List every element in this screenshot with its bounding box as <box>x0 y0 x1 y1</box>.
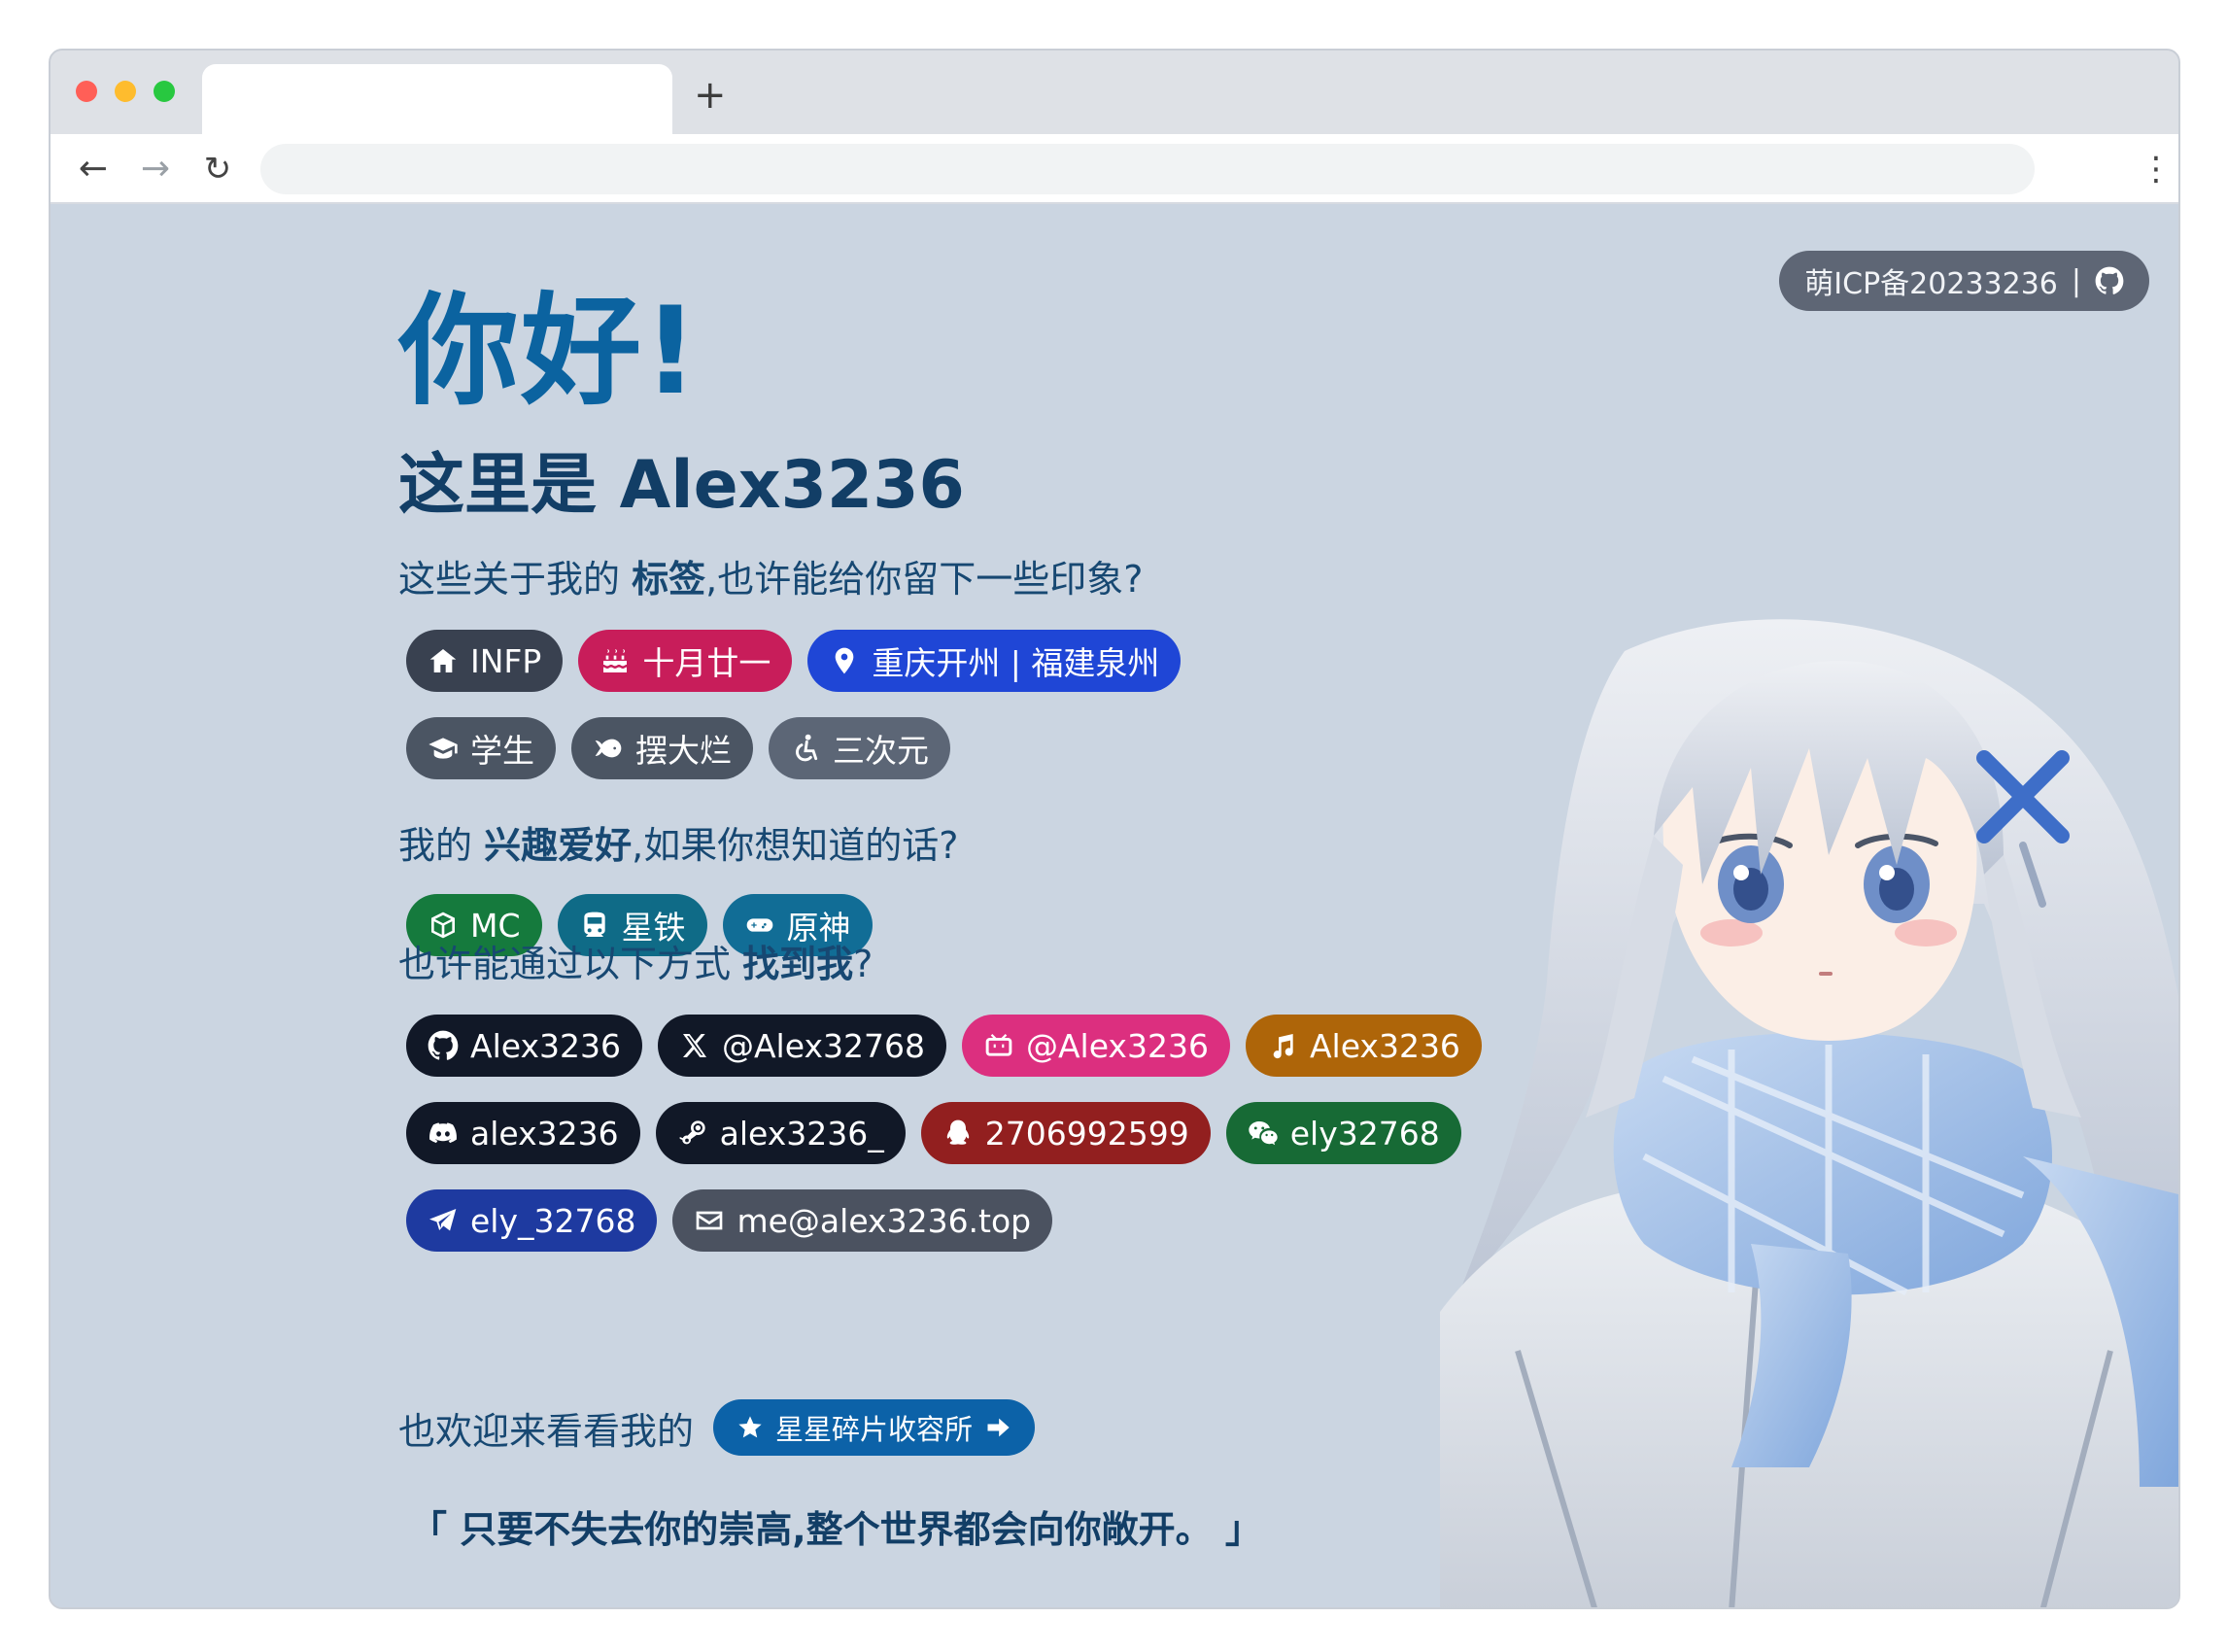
contact-caption: 也许能通过以下方式 找到我? <box>398 941 873 987</box>
tag-pill: 摆大烂 <box>571 717 753 779</box>
reload-icon[interactable]: ↻ <box>198 150 237 189</box>
contact-link[interactable]: me@alex3236.top <box>672 1189 1053 1252</box>
address-bar[interactable] <box>260 144 2035 194</box>
hobbies-caption-suffix: ,如果你想知道的话? <box>632 824 959 867</box>
contact-label: me@alex3236.top <box>737 1201 1032 1240</box>
quote-text: 「 只要不失去你的崇高,整个世界都会向你敞开。 」 <box>410 1508 1262 1551</box>
tags-caption-strong: 标签 <box>632 558 706 601</box>
train-icon <box>583 912 605 937</box>
hobby-label: MC <box>470 906 521 945</box>
visit-button-label: 星星碎片收容所 <box>775 1413 974 1446</box>
page-content: 萌ICP备20233236 | 你好! 这里是 Alex3236 这些关于我的 … <box>51 204 2178 1607</box>
minimize-window-button[interactable] <box>115 81 136 102</box>
tag-label: 三次元 <box>833 732 929 770</box>
house-icon <box>429 649 457 672</box>
bilibili-icon <box>985 1034 1012 1056</box>
contact-link[interactable]: @Alex3236 <box>961 1015 1230 1077</box>
tag-pill: 三次元 <box>769 717 950 779</box>
contact-label: 2706992599 <box>984 1114 1189 1153</box>
visit-text: 也欢迎来看看我的 <box>398 1409 695 1453</box>
qq-icon <box>946 1119 969 1145</box>
graduation-cap-icon <box>428 738 458 759</box>
tag-label: INFP <box>470 641 542 680</box>
contact-link[interactable]: 2706992599 <box>920 1102 1211 1164</box>
github-icon <box>428 1030 459 1060</box>
steam-icon <box>679 1120 705 1145</box>
music-note-icon <box>1273 1034 1293 1059</box>
visit-row: 也欢迎来看看我的 星星碎片收容所 <box>398 1399 1036 1456</box>
contact-link[interactable]: ely_32768 <box>406 1189 658 1252</box>
contact-link[interactable]: alex3236_ <box>655 1102 906 1164</box>
cake-icon <box>603 649 628 672</box>
contact-link[interactable]: Alex3236 <box>406 1015 642 1077</box>
tag-pill: 十月廿一 <box>578 630 793 692</box>
contact-caption-suffix: ? <box>853 943 874 985</box>
browser-tab[interactable] <box>202 64 672 136</box>
fish-icon <box>595 739 622 758</box>
tag-pill: INFP <box>406 630 564 692</box>
forward-arrow-icon[interactable]: → <box>136 150 175 189</box>
x-twitter-icon <box>682 1034 706 1057</box>
tags-caption-suffix: ,也许能给你留下一些印象? <box>705 558 1144 601</box>
star-shard-link-button[interactable]: 星星碎片收容所 <box>713 1399 1036 1456</box>
greeting-heading: 你好! <box>398 282 701 422</box>
contacts-row-2: alex3236 alex3236_ 2706992599 ely32768 <box>406 1102 1461 1164</box>
tags-row-2: 学生 摆大烂 三次元 <box>406 717 950 779</box>
contacts-row-3: ely_32768 me@alex3236.top <box>406 1189 1053 1252</box>
telegram-icon <box>429 1209 457 1231</box>
accessibility-icon <box>796 734 818 762</box>
contact-caption-strong: 找到我 <box>742 943 854 985</box>
browser-toolbar: ← → ↻ ⋮ <box>51 134 2178 204</box>
star-icon <box>738 1416 762 1438</box>
wechat-icon <box>1249 1121 1278 1146</box>
tag-pill: 学生 <box>406 717 556 779</box>
contact-label: @Alex32768 <box>721 1026 925 1065</box>
tag-label: 十月廿一 <box>642 644 771 682</box>
icp-badge[interactable]: 萌ICP备20233236 | <box>1779 251 2149 311</box>
contact-label: alex3236_ <box>719 1114 884 1153</box>
contact-caption-prefix: 也许能通过以下方式 <box>398 943 743 985</box>
browser-window: + ← → ↻ ⋮ 萌ICP备20233236 | 你好! 这里是 Alex32… <box>49 49 2180 1609</box>
github-icon[interactable] <box>2095 266 2124 295</box>
gamepad-icon <box>746 918 772 932</box>
tags-row-1: INFP 十月廿一 重庆开州 | 福建泉州 <box>406 630 1182 692</box>
contact-label: alex3236 <box>470 1114 619 1153</box>
location-pin-icon <box>835 647 854 674</box>
contacts-row-1: Alex3236 @Alex32768 @Alex3236 Alex3236 <box>406 1015 1482 1077</box>
tag-label: 学生 <box>470 732 534 770</box>
tags-caption-prefix: 这些关于我的 <box>398 558 633 601</box>
contact-link[interactable]: ely32768 <box>1225 1102 1461 1164</box>
tag-pill: 重庆开州 | 福建泉州 <box>807 630 1182 692</box>
contact-label: Alex3236 <box>470 1026 621 1065</box>
anime-girl-illustration <box>1440 619 2178 1607</box>
tag-label: 摆大烂 <box>635 732 732 770</box>
tags-caption: 这些关于我的 标签,也许能给你留下一些印象? <box>398 556 1143 602</box>
icp-separator: | <box>2071 263 2081 298</box>
hobbies-caption-strong: 兴趣爱好 <box>484 824 633 867</box>
cube-icon <box>431 912 455 939</box>
contact-label: ely32768 <box>1289 1114 1440 1153</box>
hobbies-caption-prefix: 我的 <box>398 824 485 867</box>
new-tab-button[interactable]: + <box>694 76 727 115</box>
contact-link[interactable]: alex3236 <box>406 1102 640 1164</box>
discord-icon <box>429 1122 457 1144</box>
hobbies-caption: 我的 兴趣爱好,如果你想知道的话? <box>398 822 958 869</box>
contact-label: Alex3236 <box>1309 1026 1460 1065</box>
contact-label: @Alex3236 <box>1025 1026 1209 1065</box>
contact-label: ely_32768 <box>470 1201 636 1240</box>
contact-link[interactable]: @Alex32768 <box>657 1015 946 1077</box>
maximize-window-button[interactable] <box>154 81 175 102</box>
title-bar: + <box>51 51 2178 136</box>
envelope-icon <box>697 1211 723 1230</box>
intro-heading: 这里是 Alex3236 <box>398 447 965 524</box>
arrow-right-icon <box>987 1418 1010 1437</box>
icp-text: 萌ICP备20233236 <box>1804 267 2058 301</box>
tag-label: 重庆开州 | 福建泉州 <box>872 644 1160 682</box>
close-window-button[interactable] <box>76 81 97 102</box>
browser-menu-icon[interactable]: ⋮ <box>2140 152 2173 187</box>
back-arrow-icon[interactable]: ← <box>74 150 113 189</box>
